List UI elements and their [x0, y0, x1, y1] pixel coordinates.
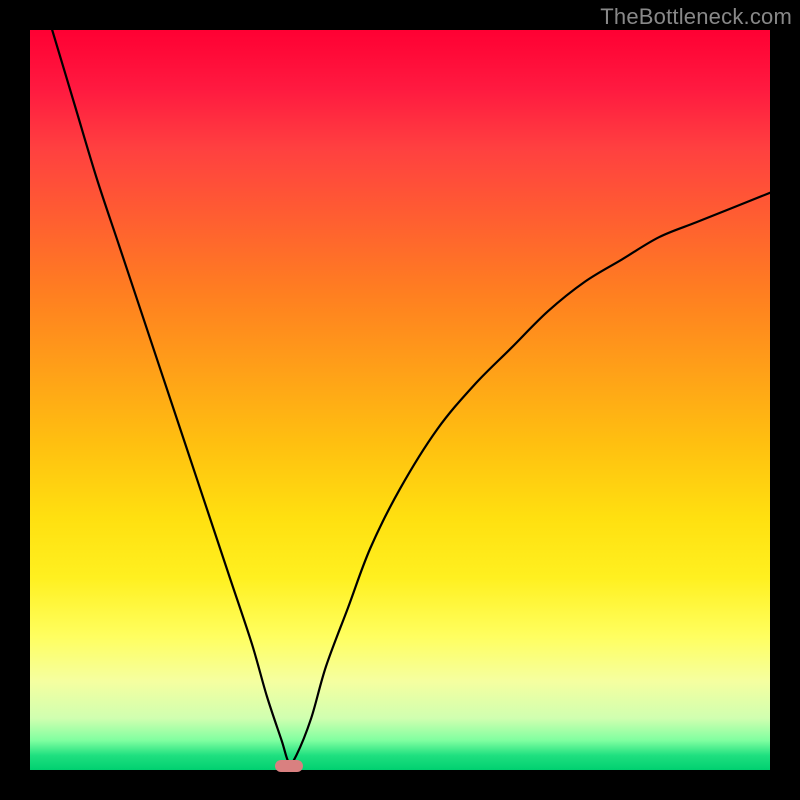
attribution-text: TheBottleneck.com [600, 4, 792, 30]
chart-frame: TheBottleneck.com [0, 0, 800, 800]
bottleneck-curve [30, 30, 770, 770]
optimal-marker [275, 760, 303, 772]
plot-area [30, 30, 770, 770]
curve-path [52, 30, 770, 764]
